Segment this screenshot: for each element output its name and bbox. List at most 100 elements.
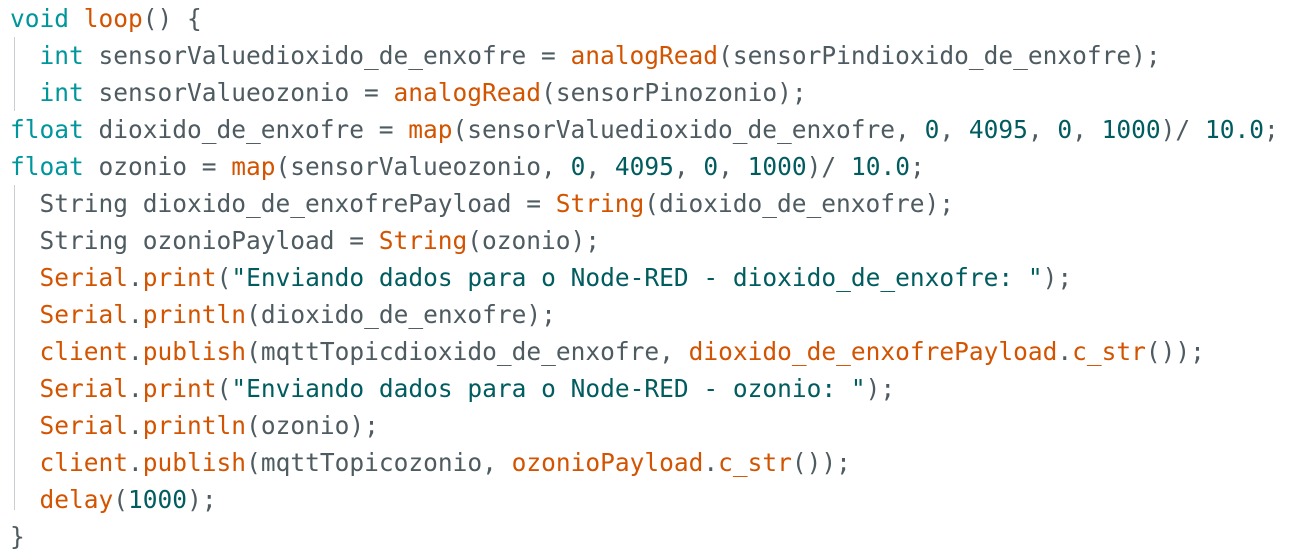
code-text: (dioxido_de_enxofre);: [246, 300, 556, 329]
function-token: c_str: [718, 448, 792, 477]
function-token: print: [142, 263, 217, 292]
number-literal: 1000: [128, 485, 188, 514]
function-token: Serial: [39, 374, 129, 403]
function-token: dioxido_de_enxofrePayload: [688, 337, 1058, 366]
code-text: (: [113, 485, 129, 514]
code-text: (dioxido_de_enxofre);: [644, 189, 955, 218]
code-text: dioxido_de_enxofre =: [83, 115, 409, 144]
function-token: loop: [83, 4, 143, 33]
code-text: .: [128, 337, 143, 366]
code-text: ,: [585, 152, 615, 181]
number-literal: 10.0: [850, 152, 910, 181]
code-line[interactable]: Serial.print("Enviando dados para o Node…: [10, 370, 896, 407]
code-text: .: [128, 411, 143, 440]
code-line[interactable]: client.publish(mqttTopicdioxido_de_enxof…: [10, 333, 1205, 370]
keyword-token: int: [39, 41, 84, 70]
keyword-token: float: [10, 115, 84, 144]
function-token: print: [142, 374, 217, 403]
code-line[interactable]: Serial.print("Enviando dados para o Node…: [10, 259, 1073, 296]
function-token: client: [39, 448, 129, 477]
code-text: ,: [1027, 115, 1058, 144]
number-literal: 1000: [747, 152, 807, 181]
number-literal: 1000: [1101, 115, 1161, 144]
code-line[interactable]: delay(1000);: [10, 481, 217, 518]
code-text: String dioxido_de_enxofrePayload =: [10, 189, 556, 218]
function-token: Serial: [39, 411, 129, 440]
code-text: ozonio =: [83, 152, 232, 181]
function-token: analogRead: [393, 78, 542, 107]
function-token: publish: [142, 337, 247, 366]
string-literal: "Enviando dados para o Node-RED - ozonio…: [231, 374, 866, 403]
code-text: (sensorPinozonio);: [541, 78, 807, 107]
number-literal: 0: [924, 115, 940, 144]
code-text: (ozonio);: [246, 411, 379, 440]
code-line[interactable]: float dioxido_de_enxofre = map(sensorVal…: [10, 111, 1279, 148]
code-text: sensorValueozonio =: [83, 78, 394, 107]
code-text: ());: [1145, 337, 1205, 366]
code-text: .: [128, 374, 143, 403]
function-token: String: [378, 226, 468, 255]
function-token: Serial: [39, 300, 129, 329]
code-text: )/: [806, 152, 851, 181]
number-literal: 4095: [968, 115, 1028, 144]
function-token: println: [142, 411, 247, 440]
code-text: .: [703, 448, 719, 477]
string-literal: "Enviando dados para o Node-RED - dioxid…: [231, 263, 1043, 292]
code-text: String ozonioPayload =: [10, 226, 379, 255]
function-token: String: [555, 189, 645, 218]
code-text: )/: [1160, 115, 1205, 144]
number-literal: 10.0: [1204, 115, 1264, 144]
keyword-token: float: [10, 152, 84, 181]
code-text: ,: [1072, 115, 1102, 144]
function-token: delay: [39, 485, 114, 514]
code-text: (ozonio);: [467, 226, 601, 255]
function-token: analogRead: [570, 41, 719, 70]
keyword-token: int: [39, 78, 84, 107]
code-text: .: [128, 448, 143, 477]
code-text: }: [10, 522, 25, 551]
code-text: );: [187, 485, 217, 514]
code-line[interactable]: Serial.println(ozonio);: [10, 407, 379, 444]
code-text: sensorValuedioxido_de_enxofre =: [83, 41, 571, 70]
code-line[interactable]: String dioxido_de_enxofrePayload = Strin…: [10, 185, 955, 222]
code-line[interactable]: client.publish(mqttTopicozonio, ozonioPa…: [10, 444, 851, 481]
function-token: publish: [142, 448, 247, 477]
function-token: Serial: [39, 263, 129, 292]
code-text: .: [1057, 337, 1073, 366]
code-text: ,: [939, 115, 969, 144]
code-text: ,: [673, 152, 704, 181]
code-text: (: [216, 374, 232, 403]
function-token: ozonioPayload: [511, 448, 704, 477]
code-text: );: [865, 374, 896, 403]
function-token: println: [142, 300, 247, 329]
code-line[interactable]: }: [10, 518, 25, 555]
number-literal: 4095: [614, 152, 674, 181]
code-text: (sensorValueozonio,: [275, 152, 571, 181]
keyword-token: void: [10, 4, 70, 33]
code-text: (mqttTopicozonio,: [246, 448, 512, 477]
function-token: map: [408, 115, 453, 144]
code-line[interactable]: Serial.println(dioxido_de_enxofre);: [10, 296, 556, 333]
code-line[interactable]: int sensorValuedioxido_de_enxofre = anal…: [10, 37, 1161, 74]
code-text: ());: [791, 448, 851, 477]
code-line[interactable]: float ozonio = map(sensorValueozonio, 0,…: [10, 148, 925, 185]
code-line[interactable]: void loop() {: [10, 0, 202, 37]
code-text: ;: [909, 152, 925, 181]
code-text: (mqttTopicdioxido_de_enxofre,: [246, 337, 689, 366]
code-editor[interactable]: void loop() { int sensorValuedioxido_de_…: [0, 0, 1300, 551]
code-text: );: [1042, 263, 1073, 292]
code-text: ,: [718, 152, 748, 181]
code-line[interactable]: String ozonioPayload = String(ozonio);: [10, 222, 601, 259]
code-text: (sensorPindioxido_de_enxofre);: [718, 41, 1161, 70]
code-text: (: [216, 263, 232, 292]
code-line[interactable]: int sensorValueozonio = analogRead(senso…: [10, 74, 807, 111]
